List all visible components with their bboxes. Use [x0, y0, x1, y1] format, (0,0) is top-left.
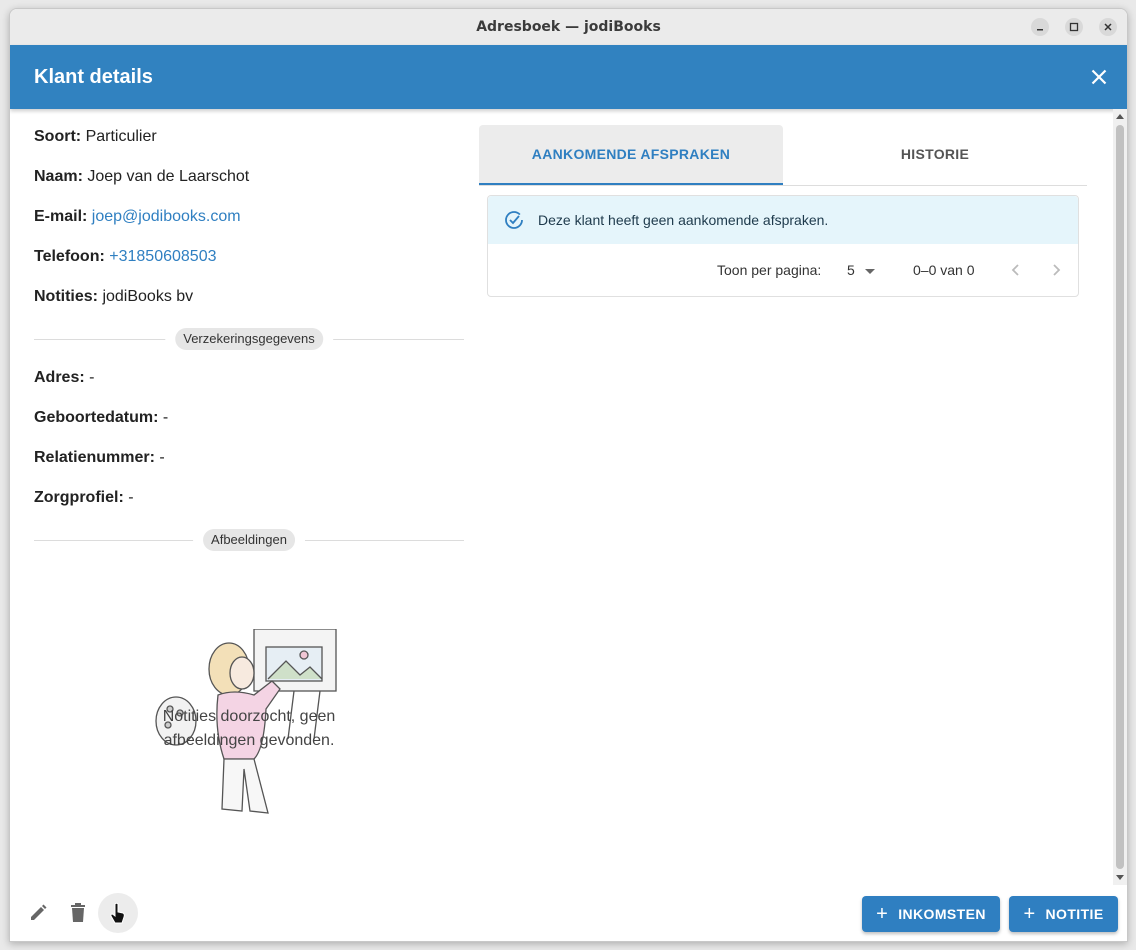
pagination: Toon per pagina: 5 0–0 van 0 [488, 244, 1078, 296]
maximize-button[interactable] [1065, 18, 1083, 36]
scroll-up-arrow-icon[interactable] [1116, 114, 1124, 119]
plus-icon: + [876, 903, 889, 925]
plus-icon: + [1023, 903, 1036, 925]
no-images-line: Notities doorzocht, geen [162, 708, 336, 725]
maximize-icon [1069, 22, 1079, 32]
rows-per-page-select[interactable]: 5 [847, 244, 875, 296]
app-window: Adresboek — jodiBooks Klant details Soor… [9, 8, 1128, 942]
tab-aankomende-afspraken[interactable]: AANKOMENDE AFSPRAKEN [479, 125, 783, 185]
info-alert: Deze klant heeft geen aankomende afsprak… [488, 196, 1078, 244]
add-income-button[interactable]: + INKOMSTEN [862, 896, 1000, 932]
field-label: Soort: [34, 128, 82, 145]
phone-link[interactable]: +31850608503 [109, 248, 216, 265]
field-label: E-mail: [34, 208, 88, 225]
images-divider: Afbeeldingen [34, 528, 464, 552]
minimize-icon [1037, 29, 1043, 31]
no-images-line: afbeeldingen gevonden. [163, 732, 335, 749]
field-label: Geboortedatum: [34, 409, 159, 426]
minimize-button[interactable] [1031, 18, 1049, 36]
next-page-button[interactable] [1046, 260, 1066, 280]
no-images-message: Notities doorzocht, geen afbeeldingen ge… [124, 705, 374, 753]
delete-button[interactable] [58, 893, 98, 933]
window-titlebar: Adresboek — jodiBooks [10, 9, 1127, 46]
alert-message: Deze klant heeft geen aankomende afsprak… [538, 212, 829, 228]
field-label: Naam: [34, 168, 83, 185]
field-label: Relatienummer: [34, 449, 155, 466]
add-note-label: NOTITIE [1045, 906, 1104, 922]
field-zorgprofiel: Zorgprofiel: - [34, 489, 134, 507]
field-label: Telefoon: [34, 248, 105, 265]
pencil-icon [31, 904, 47, 920]
rows-per-page-value: 5 [847, 262, 855, 278]
add-note-button[interactable]: + NOTITIE [1009, 896, 1118, 932]
tab-historie[interactable]: HISTORIE [783, 125, 1087, 183]
field-email: E-mail: joep@jodibooks.com [34, 208, 241, 226]
share-button[interactable] [98, 893, 138, 933]
close-icon [1104, 23, 1112, 31]
field-relatienummer: Relatienummer: - [34, 449, 165, 467]
window-close-button[interactable] [1099, 18, 1117, 36]
email-link[interactable]: joep@jodibooks.com [92, 208, 241, 225]
field-value: - [128, 489, 134, 506]
field-notities: Notities: jodiBooks bv [34, 288, 193, 306]
page-range: 0–0 van 0 [913, 262, 975, 278]
field-label: Zorgprofiel: [34, 489, 124, 506]
field-value: Joep van de Laarschot [87, 168, 250, 185]
window-title: Adresboek — jodiBooks [476, 19, 661, 35]
images-section-chip: Afbeeldingen [203, 529, 295, 551]
dialog-close-button[interactable] [1087, 65, 1111, 89]
field-soort: Soort: Particulier [34, 128, 157, 146]
edit-button[interactable] [18, 893, 58, 933]
field-value: - [89, 369, 95, 386]
field-telefoon: Telefoon: +31850608503 [34, 248, 217, 266]
dialog-header: Klant details [10, 45, 1127, 109]
appointments-card: Deze klant heeft geen aankomende afsprak… [487, 195, 1079, 297]
add-income-label: INKOMSTEN [898, 906, 986, 922]
scrollbar-thumb[interactable] [1116, 125, 1124, 869]
field-value: jodiBooks bv [102, 288, 194, 305]
field-label: Notities: [34, 288, 98, 305]
trash-icon [71, 903, 85, 922]
insurance-section-chip: Verzekeringsgegevens [175, 328, 323, 350]
close-icon [1091, 69, 1107, 85]
field-label: Adres: [34, 369, 85, 386]
scroll-down-arrow-icon[interactable] [1116, 875, 1124, 880]
field-naam: Naam: Joep van de Laarschot [34, 168, 249, 186]
hand-pointer-icon [110, 902, 125, 924]
chevron-right-icon [1053, 264, 1061, 276]
field-geboortedatum: Geboortedatum: - [34, 409, 168, 427]
field-adres: Adres: - [34, 369, 94, 387]
rows-per-page-label: Toon per pagina: [717, 262, 822, 278]
field-value: - [159, 449, 165, 466]
scrollbar[interactable] [1113, 109, 1127, 885]
chevron-left-icon [1011, 264, 1019, 276]
tab-bar: AANKOMENDE AFSPRAKEN HISTORIE [479, 125, 1087, 186]
field-value: Particulier [85, 128, 157, 145]
dialog-title: Klant details [34, 66, 153, 88]
insurance-divider: Verzekeringsgegevens [34, 327, 464, 351]
prev-page-button[interactable] [1006, 260, 1026, 280]
check-circle-icon [505, 211, 523, 229]
field-value: - [162, 409, 169, 426]
caret-down-icon [864, 268, 875, 274]
